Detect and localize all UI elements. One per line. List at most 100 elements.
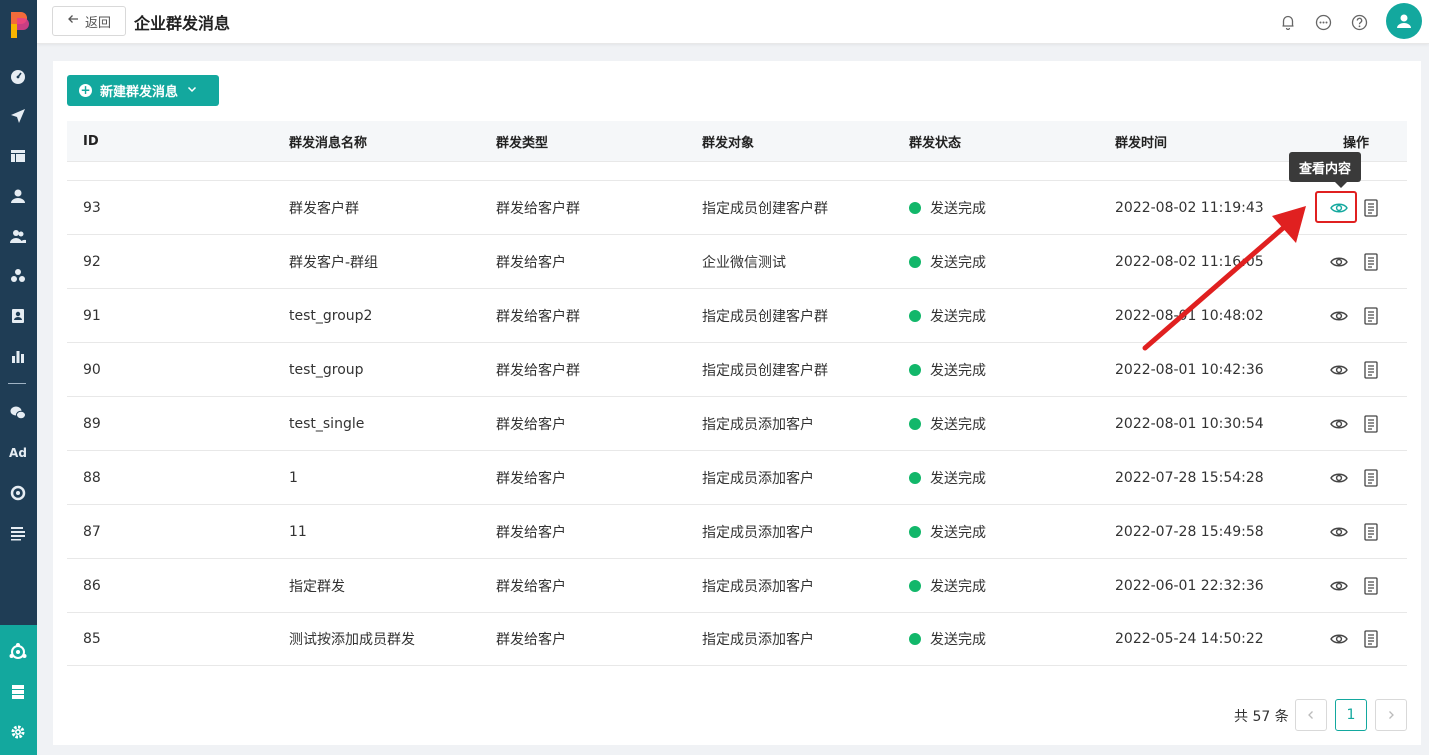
- cell-status: 发送完成: [909, 629, 986, 649]
- cell-target: 指定成员添加客户: [702, 578, 814, 595]
- new-broadcast-label: 新建群发消息: [100, 85, 179, 100]
- pagination-prev-button[interactable]: [1295, 699, 1327, 731]
- column-header-id[interactable]: ID: [83, 134, 99, 149]
- status-dot: [909, 417, 921, 430]
- gear-icon[interactable]: [8, 722, 28, 742]
- cell-target: 指定成员创建客户群: [702, 200, 828, 217]
- table-row: 88 1 群发给客户 指定成员添加客户 发送完成 2022-07-28 15:54:28: [67, 450, 1407, 504]
- chat-icon[interactable]: [1313, 12, 1333, 32]
- circle-progress-icon[interactable]: [8, 483, 28, 503]
- cell-ops: [1329, 306, 1381, 326]
- list-icon[interactable]: [8, 523, 28, 543]
- eye-icon[interactable]: [1329, 306, 1349, 326]
- column-header-status[interactable]: 群发状态: [909, 132, 961, 151]
- column-header-target[interactable]: 群发对象: [702, 132, 754, 151]
- table-header: ID 群发消息名称 群发类型 群发对象 群发状态 群发时间 操作: [67, 121, 1407, 161]
- cell-type: 群发给客户: [496, 254, 566, 271]
- hub-icon[interactable]: [8, 642, 28, 662]
- cell-name: 1: [289, 469, 298, 486]
- help-icon[interactable]: [1349, 12, 1369, 32]
- cell-ops: [1329, 360, 1381, 380]
- cell-type: 群发给客户: [496, 416, 566, 433]
- table-spacer: [67, 161, 1407, 181]
- status-dot: [909, 579, 921, 592]
- document-icon[interactable]: [1361, 198, 1381, 218]
- wechat-icon[interactable]: [8, 403, 28, 423]
- column-header-name[interactable]: 群发消息名称: [289, 132, 367, 151]
- cell-time: 2022-07-28 15:49:58: [1115, 523, 1264, 540]
- cell-time: 2022-06-01 22:32:36: [1115, 577, 1264, 594]
- document-icon[interactable]: [1361, 522, 1381, 542]
- chevron-down-icon: [186, 83, 198, 99]
- cell-type: 群发给客户: [496, 470, 566, 487]
- cell-id: 87: [83, 523, 101, 540]
- column-header-time[interactable]: 群发时间: [1115, 132, 1167, 151]
- group-icon[interactable]: [8, 266, 28, 286]
- cell-time: 2022-08-01 10:42:36: [1115, 361, 1264, 378]
- eye-icon[interactable]: [1329, 414, 1349, 434]
- status-text: 发送完成: [930, 524, 986, 541]
- eye-icon[interactable]: [1329, 252, 1349, 272]
- status-dot: [909, 471, 921, 484]
- pagination-total: 共 57 条: [1234, 709, 1289, 725]
- user-icon[interactable]: [8, 186, 28, 206]
- cell-type: 群发给客户: [496, 524, 566, 541]
- cell-id: 92: [83, 253, 101, 270]
- document-icon[interactable]: [1361, 576, 1381, 596]
- dashboard-icon[interactable]: [8, 66, 28, 86]
- status-dot: [909, 201, 921, 214]
- cell-target: 指定成员创建客户群: [702, 362, 828, 379]
- cell-id: 85: [83, 631, 101, 647]
- annotation-highlight-box: [1315, 191, 1357, 223]
- layout-icon[interactable]: [8, 146, 28, 166]
- pagination-next-button[interactable]: [1375, 699, 1407, 731]
- table-row: 93 群发客户群 群发给客户群 指定成员创建客户群 发送完成 2022-08-02 11:…: [67, 180, 1407, 234]
- arrow-left-icon: [67, 13, 79, 29]
- status-text: 发送完成: [930, 200, 986, 217]
- main-card: + 新建群发消息 ID 群发消息名称 群发类型 群发对象 群发状态 群发时间 操…: [53, 61, 1421, 745]
- cell-ops: [1329, 414, 1381, 434]
- contact-card-icon[interactable]: [8, 306, 28, 326]
- document-icon[interactable]: [1361, 414, 1381, 434]
- column-header-type[interactable]: 群发类型: [496, 132, 548, 151]
- status-text: 发送完成: [930, 470, 986, 487]
- bell-icon[interactable]: [1278, 12, 1298, 32]
- document-icon[interactable]: [1361, 252, 1381, 272]
- cell-time: 2022-08-01 10:48:02: [1115, 307, 1264, 324]
- cell-target: 指定成员添加客户: [702, 524, 814, 541]
- eye-icon[interactable]: [1329, 576, 1349, 596]
- eye-icon[interactable]: [1329, 629, 1349, 649]
- document-icon[interactable]: [1361, 360, 1381, 380]
- cell-status: 发送完成: [909, 576, 986, 596]
- cell-id: 91: [83, 307, 101, 324]
- sidebar-bottom-panel: [0, 625, 37, 755]
- document-icon[interactable]: [1361, 306, 1381, 326]
- status-dot: [909, 255, 921, 268]
- status-text: 发送完成: [930, 254, 986, 271]
- avatar[interactable]: [1386, 3, 1422, 39]
- cell-name: 群发客户-群组: [289, 254, 379, 271]
- document-icon[interactable]: [1361, 629, 1381, 649]
- back-button[interactable]: 返回: [52, 6, 126, 36]
- app-logo[interactable]: [7, 8, 29, 42]
- cell-status: 发送完成: [909, 468, 986, 488]
- eye-icon[interactable]: [1329, 468, 1349, 488]
- users-icon[interactable]: [8, 226, 28, 246]
- eye-icon[interactable]: [1329, 522, 1349, 542]
- eye-icon[interactable]: [1329, 360, 1349, 380]
- server-icon[interactable]: [8, 682, 28, 702]
- cell-time: 2022-08-02 11:19:43: [1115, 199, 1264, 216]
- cell-status: 发送完成: [909, 252, 986, 272]
- cell-time: 2022-07-28 15:54:28: [1115, 469, 1264, 486]
- document-icon[interactable]: [1361, 468, 1381, 488]
- send-icon[interactable]: [8, 106, 28, 126]
- cell-target: 指定成员添加客户: [702, 416, 814, 433]
- new-broadcast-button[interactable]: + 新建群发消息: [67, 75, 219, 106]
- ad-icon[interactable]: Ad: [8, 443, 28, 463]
- cell-name: test_group2: [289, 307, 373, 324]
- pagination-page-1[interactable]: 1: [1335, 699, 1367, 731]
- bar-chart-icon[interactable]: [8, 346, 28, 366]
- status-text: 发送完成: [930, 308, 986, 325]
- status-text: 发送完成: [930, 578, 986, 595]
- cell-name: 11: [289, 523, 307, 540]
